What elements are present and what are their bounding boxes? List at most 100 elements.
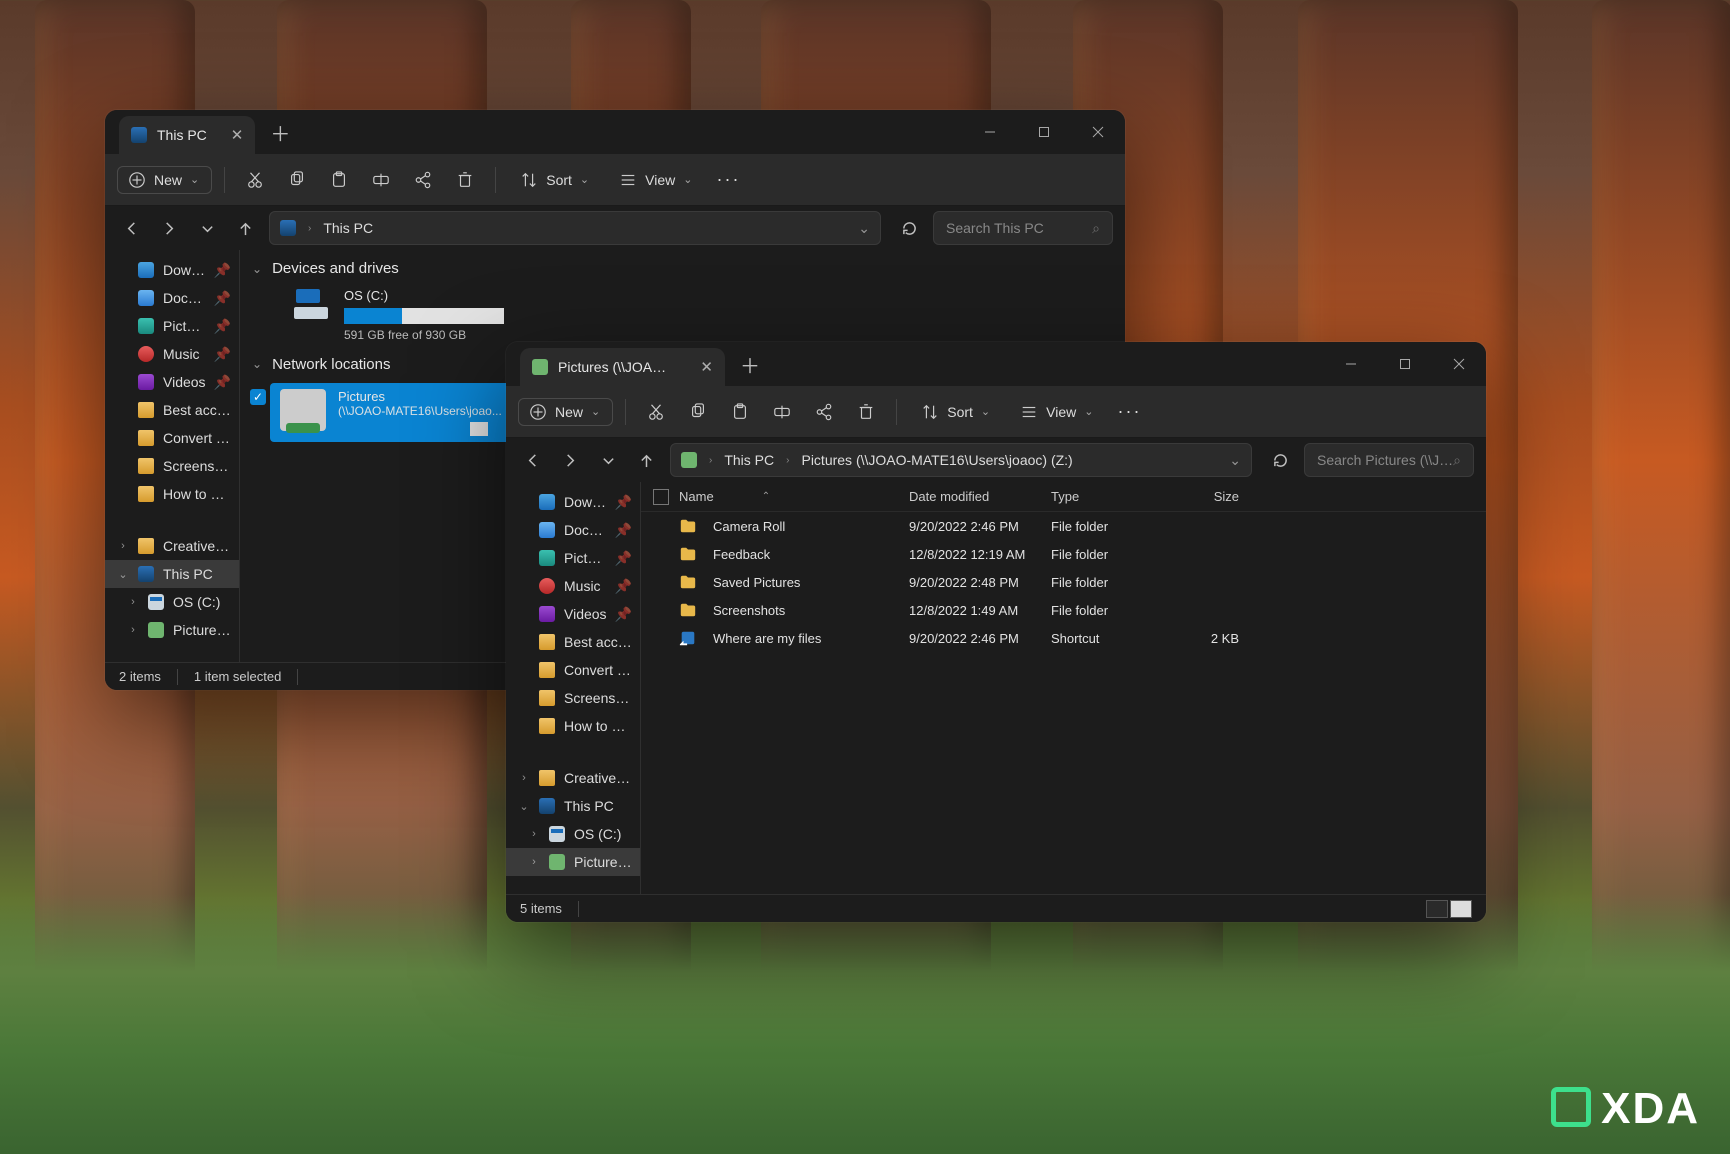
sidebar-item[interactable]: Documents📌 bbox=[105, 284, 239, 312]
sidebar-item[interactable]: ›Creative Cloud F bbox=[506, 764, 640, 792]
rename-button[interactable] bbox=[363, 165, 399, 195]
sidebar-item[interactable]: Downloads📌 bbox=[506, 488, 640, 516]
file-row[interactable]: Camera Roll9/20/2022 2:46 PMFile folder bbox=[641, 512, 1486, 540]
drive-os-c[interactable]: OS (C:) 591 GB free of 930 GB bbox=[290, 287, 1125, 344]
delete-button[interactable] bbox=[848, 397, 884, 427]
sidebar-item[interactable]: ⌄This PC bbox=[105, 560, 239, 588]
tree-toggle-icon[interactable]: › bbox=[518, 772, 530, 784]
address-bar[interactable]: › This PC › Pictures (\\JOAO-MATE16\User… bbox=[670, 443, 1252, 477]
sidebar-item[interactable]: ›Creative Cloud F bbox=[105, 532, 239, 560]
tree-toggle-icon[interactable]: › bbox=[117, 540, 129, 552]
close-tab-icon[interactable]: ✕ bbox=[700, 358, 713, 376]
new-tab-button[interactable]: ＋ bbox=[261, 110, 299, 154]
file-row[interactable]: Screenshots12/8/2022 1:49 AMFile folder bbox=[641, 596, 1486, 624]
sidebar-item[interactable]: ›OS (C:) bbox=[105, 588, 239, 616]
address-dropdown-icon[interactable]: ⌄ bbox=[858, 220, 870, 237]
maximize-button[interactable] bbox=[1017, 110, 1071, 154]
titlebar[interactable]: Pictures (\\JOAO-MATE16\Use ✕ ＋ bbox=[506, 342, 1486, 386]
pin-icon[interactable]: 📌 bbox=[615, 550, 632, 567]
sidebar-item[interactable]: Pictures📌 bbox=[506, 544, 640, 572]
network-location-item[interactable]: ✓ Pictures (\\JOAO-MATE16\Users\joao... bbox=[270, 383, 520, 442]
col-name[interactable]: Name bbox=[679, 489, 714, 504]
file-row[interactable]: Feedback12/8/2022 12:19 AMFile folder bbox=[641, 540, 1486, 568]
more-button[interactable]: ··· bbox=[710, 163, 746, 196]
forward-button[interactable] bbox=[155, 214, 183, 242]
sidebar-item[interactable]: ›Pictures (\\JOA bbox=[105, 616, 239, 644]
sidebar-item[interactable]: Documents📌 bbox=[506, 516, 640, 544]
refresh-button[interactable] bbox=[1266, 446, 1294, 474]
sidebar-item[interactable]: Screenshots bbox=[506, 684, 640, 712]
close-window-button[interactable] bbox=[1432, 342, 1486, 386]
paste-button[interactable] bbox=[321, 165, 357, 195]
sidebar-item[interactable]: Best accessories bbox=[105, 396, 239, 424]
thumbnails-view-button[interactable] bbox=[1450, 900, 1472, 918]
pin-icon[interactable]: 📌 bbox=[214, 346, 231, 363]
pin-icon[interactable]: 📌 bbox=[214, 318, 231, 335]
pin-icon[interactable]: 📌 bbox=[615, 606, 632, 623]
sort-button[interactable]: Sort⌄ bbox=[508, 165, 601, 195]
maximize-button[interactable] bbox=[1378, 342, 1432, 386]
search-box[interactable]: Search This PC ⌕ bbox=[933, 211, 1113, 245]
select-all-checkbox[interactable] bbox=[653, 489, 669, 505]
up-button[interactable] bbox=[231, 214, 259, 242]
file-row[interactable]: Where are my files9/20/2022 2:46 PMShort… bbox=[641, 624, 1486, 652]
search-box[interactable]: Search Pictures (\\JOAO-M... ⌕ bbox=[1304, 443, 1474, 477]
tree-toggle-icon[interactable]: ⌄ bbox=[117, 568, 129, 581]
minimize-button[interactable] bbox=[1324, 342, 1378, 386]
sidebar-item[interactable]: Convert HEIX im bbox=[105, 424, 239, 452]
sidebar-item[interactable]: Pictures📌 bbox=[105, 312, 239, 340]
minimize-button[interactable] bbox=[963, 110, 1017, 154]
sidebar-item[interactable]: Music📌 bbox=[506, 572, 640, 600]
delete-button[interactable] bbox=[447, 165, 483, 195]
pin-icon[interactable]: 📌 bbox=[615, 578, 632, 595]
crumb-current[interactable]: Pictures (\\JOAO-MATE16\Users\joaoc) (Z:… bbox=[801, 452, 1072, 468]
cut-button[interactable] bbox=[237, 165, 273, 195]
refresh-button[interactable] bbox=[895, 214, 923, 242]
column-headers[interactable]: Name⌃ Date modified Type Size bbox=[641, 482, 1486, 512]
sidebar-item[interactable]: Downloads📌 bbox=[105, 256, 239, 284]
sidebar-item[interactable]: ›OS (C:) bbox=[506, 820, 640, 848]
tree-toggle-icon[interactable]: › bbox=[127, 624, 139, 636]
share-button[interactable] bbox=[405, 165, 441, 195]
selected-check-icon[interactable]: ✓ bbox=[250, 389, 266, 405]
sidebar-item[interactable]: Videos📌 bbox=[506, 600, 640, 628]
tree-toggle-icon[interactable]: ⌄ bbox=[518, 800, 530, 813]
sidebar-item[interactable]: Screenshots bbox=[105, 452, 239, 480]
pin-icon[interactable]: 📌 bbox=[214, 374, 231, 391]
back-button[interactable] bbox=[117, 214, 145, 242]
copy-button[interactable] bbox=[279, 165, 315, 195]
address-dropdown-icon[interactable]: ⌄ bbox=[1229, 452, 1241, 469]
view-button[interactable]: View⌄ bbox=[607, 165, 704, 195]
cut-button[interactable] bbox=[638, 397, 674, 427]
tree-toggle-icon[interactable]: › bbox=[127, 596, 139, 608]
recent-locations-button[interactable] bbox=[193, 214, 221, 242]
paste-button[interactable] bbox=[722, 397, 758, 427]
tree-toggle-icon[interactable]: › bbox=[528, 828, 540, 840]
tab-pictures-network[interactable]: Pictures (\\JOAO-MATE16\Use ✕ bbox=[520, 348, 725, 386]
pin-icon[interactable]: 📌 bbox=[615, 494, 632, 511]
close-tab-icon[interactable]: ✕ bbox=[231, 126, 244, 144]
crumb-this-pc[interactable]: This PC bbox=[724, 452, 774, 468]
new-button[interactable]: New⌄ bbox=[117, 166, 212, 194]
share-button[interactable] bbox=[806, 397, 842, 427]
sidebar-item[interactable]: How to map a n bbox=[105, 480, 239, 508]
file-row[interactable]: Saved Pictures9/20/2022 2:48 PMFile fold… bbox=[641, 568, 1486, 596]
forward-button[interactable] bbox=[556, 446, 584, 474]
copy-button[interactable] bbox=[680, 397, 716, 427]
view-toggle[interactable] bbox=[1426, 900, 1472, 918]
sidebar-item[interactable]: Convert HEIX im bbox=[506, 656, 640, 684]
pin-icon[interactable]: 📌 bbox=[615, 522, 632, 539]
group-header-devices[interactable]: ⌄ Devices and drives bbox=[240, 250, 1125, 283]
back-button[interactable] bbox=[518, 446, 546, 474]
titlebar[interactable]: This PC ✕ ＋ bbox=[105, 110, 1125, 154]
view-button[interactable]: View⌄ bbox=[1008, 397, 1105, 427]
pin-icon[interactable]: 📌 bbox=[214, 290, 231, 307]
up-button[interactable] bbox=[632, 446, 660, 474]
close-window-button[interactable] bbox=[1071, 110, 1125, 154]
tree-toggle-icon[interactable]: › bbox=[528, 856, 540, 868]
sidebar-item[interactable]: ›Pictures (\\JOA bbox=[506, 848, 640, 876]
col-date[interactable]: Date modified bbox=[909, 489, 1051, 504]
sidebar[interactable]: Downloads📌Documents📌Pictures📌Music📌Video… bbox=[506, 482, 641, 894]
sidebar-item[interactable]: Best accessories bbox=[506, 628, 640, 656]
rename-button[interactable] bbox=[764, 397, 800, 427]
